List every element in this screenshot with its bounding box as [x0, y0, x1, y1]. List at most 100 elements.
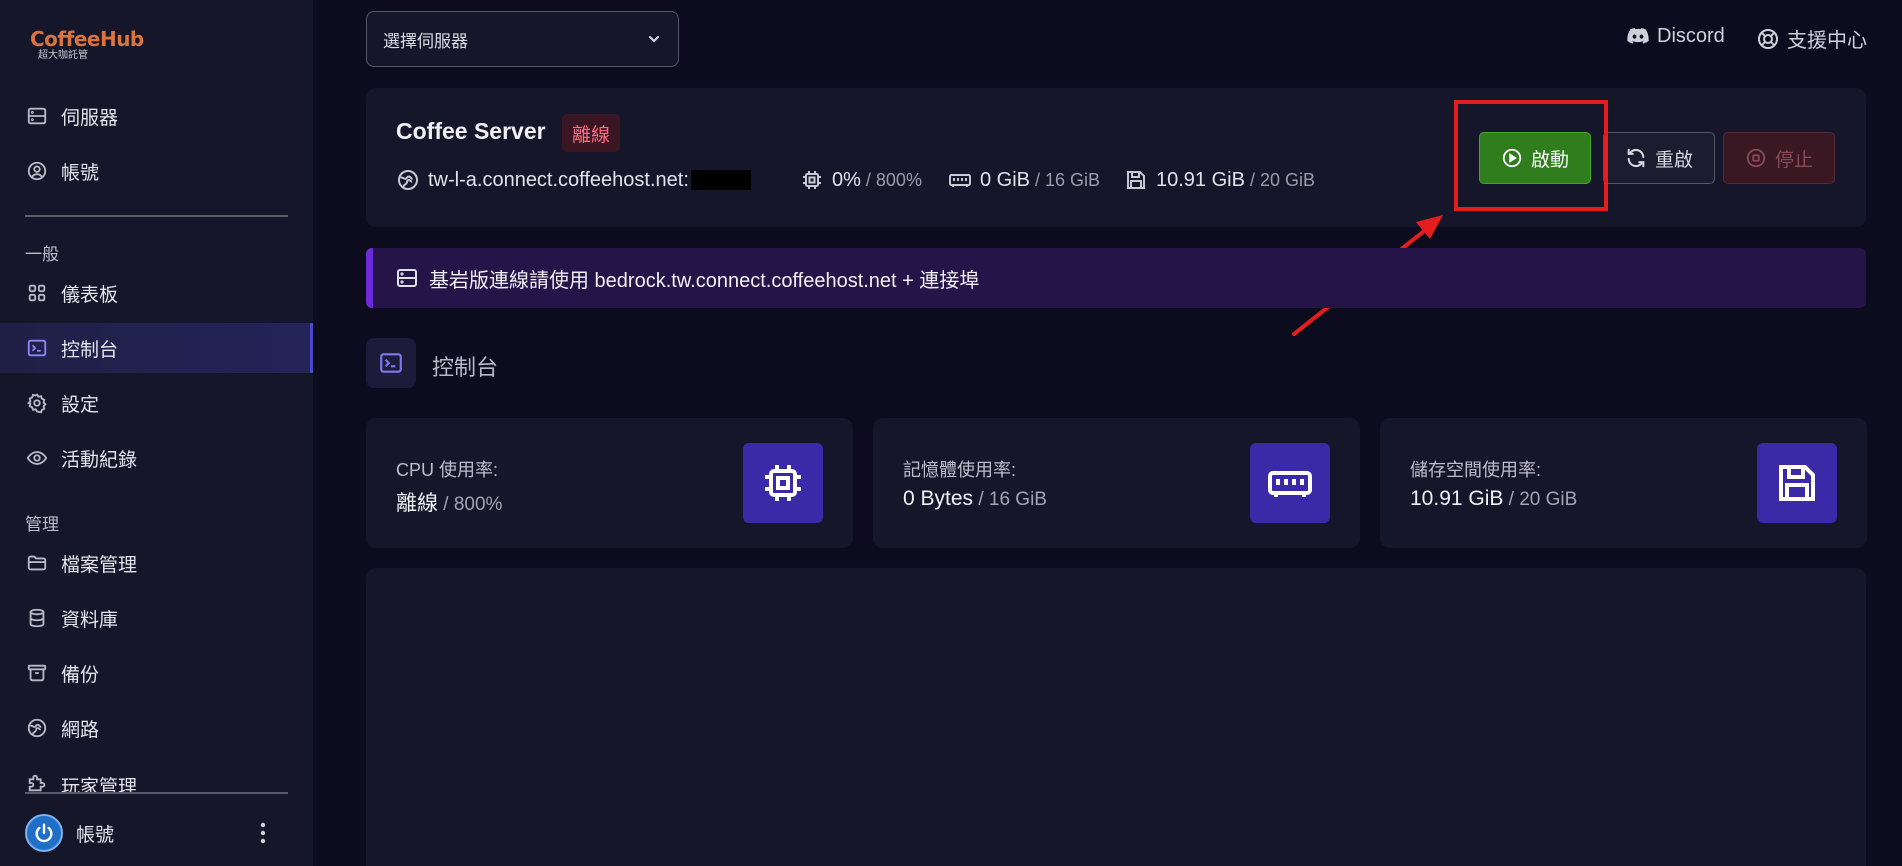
metric-value: 10.91 GiB / 20 GiB: [1410, 487, 1577, 511]
metric-label: 儲存空間使用率:: [1410, 460, 1542, 480]
bedrock-info-banner: 基岩版連線請使用 bedrock.tw.connect.coffeehost.n…: [366, 248, 1866, 308]
user-circle-icon: [27, 161, 47, 181]
memory-stat: 0 GiB / 16 GiB: [948, 168, 1100, 192]
sidebar-item-dashboard[interactable]: 儀表板: [0, 268, 313, 318]
sidebar-item-console[interactable]: 控制台: [0, 323, 313, 373]
cpu-stat: 0% / 800%: [800, 168, 922, 192]
floppy-disk-icon: [1127, 171, 1145, 189]
avatar[interactable]: [25, 814, 63, 852]
sidebar-item-label: 玩家管理: [61, 777, 138, 794]
metric-icon-box: [1757, 443, 1837, 523]
sidebar-item-label: 備份: [61, 664, 100, 686]
grid-icon: [28, 284, 46, 302]
metric-value-main: 10.91 GiB: [1410, 487, 1504, 510]
banner-text: 基岩版連線請使用 bedrock.tw.connect.coffeehost.n…: [429, 269, 980, 292]
terminal-icon: [380, 353, 402, 373]
discord-link[interactable]: Discord: [1626, 24, 1725, 48]
cpu-usage-card: CPU 使用率: 離線 / 800%: [366, 418, 853, 548]
archive-icon: [27, 664, 47, 682]
metric-value: 0 Bytes / 16 GiB: [903, 487, 1047, 511]
memory-limit: / 16 GiB: [1035, 169, 1101, 190]
cpu-icon: [803, 171, 821, 189]
refresh-icon: [1627, 148, 1645, 168]
sidebar-divider: [25, 792, 288, 794]
sidebar-item-files[interactable]: 檔案管理: [0, 538, 313, 588]
terminal-icon: [27, 339, 47, 357]
lifebuoy-icon: [1758, 28, 1778, 49]
metric-value-limit: / 20 GiB: [1503, 489, 1578, 510]
account-name[interactable]: 帳號: [76, 820, 248, 847]
section-label-general: 一般: [25, 245, 59, 264]
server-address-text: tw-l-a.connect.coffeehost.net:: [428, 168, 689, 191]
sidebar-item-account[interactable]: 帳號: [0, 146, 313, 196]
annotation-highlight-box: [1454, 100, 1608, 211]
metric-value-main: 0 Bytes: [903, 487, 974, 510]
sidebar-item-database[interactable]: 資料庫: [0, 593, 313, 643]
memory-usage-card: 記憶體使用率: 0 Bytes / 16 GiB: [873, 418, 1360, 548]
more-menu-button[interactable]: [248, 818, 278, 848]
cpu-value: 0%: [832, 168, 861, 191]
sidebar-item-activity[interactable]: 活動紀錄: [0, 433, 313, 483]
metric-label: CPU 使用率:: [396, 460, 499, 480]
metric-value-main: 離線: [396, 492, 438, 515]
folder-icon: [27, 555, 47, 571]
brand-tagline: 超大咖託管: [38, 50, 88, 61]
disk-value: 10.91 GiB: [1156, 168, 1245, 191]
disk-stat: 10.91 GiB / 20 GiB: [1124, 168, 1315, 192]
discord-icon: [1627, 28, 1649, 44]
server-select[interactable]: 選擇伺服器: [366, 11, 679, 67]
server-icon: [397, 269, 417, 287]
metric-label: 記憶體使用率:: [903, 460, 1017, 480]
brand-name: CoffeeHub: [30, 27, 144, 51]
server-card: Coffee Server 離線 tw-l-a.connect.coffeeho…: [366, 88, 1866, 227]
metric-value-limit: / 800%: [438, 494, 503, 515]
status-badge: 離線: [562, 114, 621, 152]
console-header-icon: [366, 338, 416, 388]
metric-icon-box: [743, 443, 823, 523]
sidebar-item-servers[interactable]: 伺服器: [0, 91, 313, 141]
floppy-disk-icon: [1779, 465, 1815, 501]
chevron-down-icon: [649, 36, 659, 43]
sidebar-item-network[interactable]: 網路: [0, 703, 313, 753]
section-label-manage: 管理: [25, 515, 59, 534]
support-center-label: 支援中心: [1787, 30, 1867, 52]
page-title: 控制台: [432, 355, 499, 380]
sidebar: CoffeeHub 超大咖託管 伺服器 帳號 一般 儀表板 控制台 設定 活動紀…: [0, 0, 313, 866]
restart-label: 重啟: [1654, 149, 1693, 171]
disk-limit: / 20 GiB: [1249, 169, 1315, 190]
database-icon: [29, 608, 45, 628]
server-icon: [27, 107, 47, 125]
metric-value-limit: / 16 GiB: [973, 489, 1047, 510]
memory-icon: [949, 174, 971, 187]
globe-icon: [27, 718, 47, 738]
stop-circle-icon: [1746, 148, 1766, 168]
storage-usage-card: 儲存空間使用率: 10.91 GiB / 20 GiB: [1380, 418, 1867, 548]
metric-value: 離線 / 800%: [396, 487, 502, 517]
server-name: Coffee Server: [396, 118, 546, 144]
sidebar-item-backups[interactable]: 備份: [0, 648, 313, 698]
globe-icon: [398, 170, 418, 190]
server-address[interactable]: tw-l-a.connect.coffeehost.net:: [396, 168, 751, 192]
brand-logo[interactable]: CoffeeHub 超大咖託管: [30, 28, 144, 62]
sidebar-divider: [25, 215, 288, 217]
account-bar: 帳號: [0, 800, 313, 866]
sidebar-item-label: 活動紀錄: [61, 449, 138, 471]
console-output-panel[interactable]: [366, 568, 1866, 866]
memory-icon: [1268, 471, 1312, 497]
sidebar-item-settings[interactable]: 設定: [0, 378, 313, 428]
support-center-link[interactable]: 支援中心: [1756, 24, 1867, 53]
sidebar-item-players[interactable]: 玩家管理: [0, 758, 313, 794]
eye-icon: [26, 451, 48, 465]
stop-button[interactable]: 停止: [1723, 132, 1835, 184]
restart-button[interactable]: 重啟: [1603, 132, 1715, 184]
cpu-limit: / 800%: [865, 169, 922, 190]
cpu-icon: [765, 465, 801, 501]
gear-icon: [27, 393, 47, 414]
sidebar-item-label: 控制台: [61, 339, 119, 361]
sidebar-item-label: 帳號: [61, 162, 100, 184]
puzzle-icon: [28, 774, 46, 792]
discord-label: Discord: [1657, 24, 1725, 47]
sidebar-item-label: 資料庫: [61, 609, 119, 631]
stop-label: 停止: [1774, 149, 1813, 171]
metric-icon-box: [1250, 443, 1330, 523]
